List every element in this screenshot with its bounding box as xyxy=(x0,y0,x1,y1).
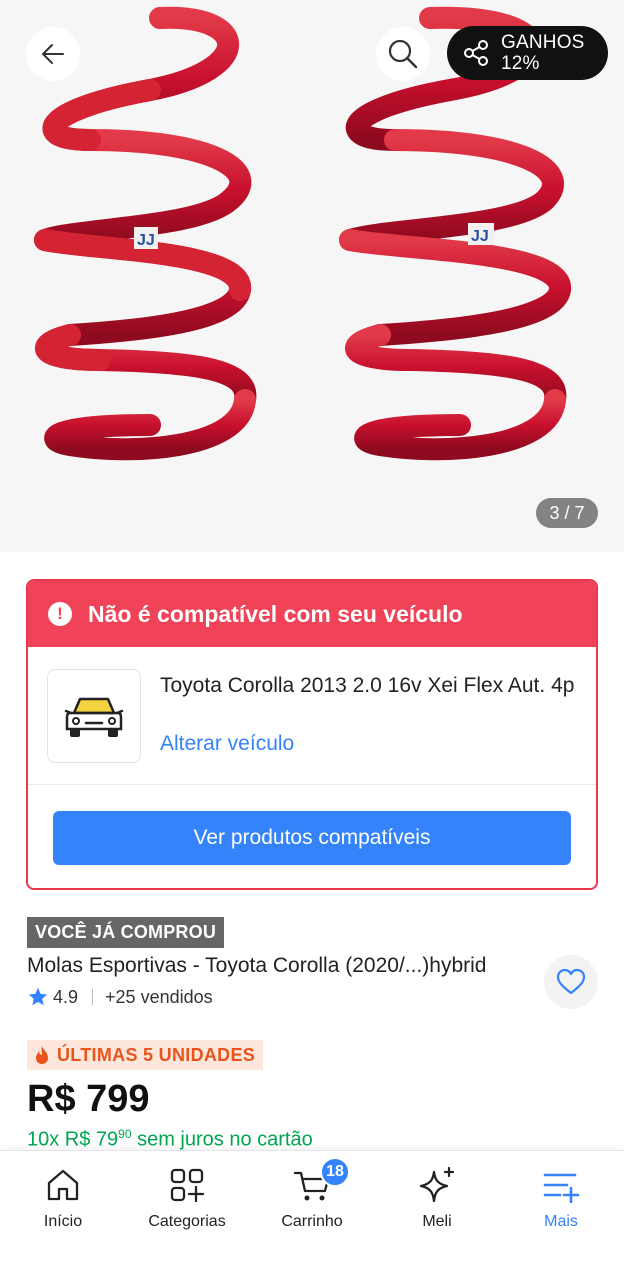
compatibility-header: ! Não é compatível com seu veículo xyxy=(28,581,596,647)
nav-item-carrinho[interactable]: 18 Carrinho xyxy=(257,1157,367,1231)
rating-row[interactable]: 4.9 +25 vendidos xyxy=(27,986,213,1008)
installments[interactable]: 10x R$ 7990 sem juros no cartão xyxy=(27,1127,313,1152)
back-button[interactable] xyxy=(26,27,80,81)
earnings-text: GANHOS 12% xyxy=(501,32,585,74)
search-icon xyxy=(388,39,418,69)
nav-item-mais[interactable]: Mais xyxy=(506,1165,616,1231)
right-spring xyxy=(339,6,571,461)
nav-item-categorias[interactable]: Categorias xyxy=(132,1165,242,1231)
already-bought-badge: VOCÊ JÁ COMPROU xyxy=(27,917,225,948)
installments-terms: sem juros no cartão xyxy=(131,1128,313,1151)
nav-label-categorias: Categorias xyxy=(148,1213,226,1230)
sold-count: +25 vendidos xyxy=(105,986,213,1007)
vehicle-name: Toyota Corolla 2013 2.0 16v Xei Flex Aut… xyxy=(160,674,575,697)
share-icon xyxy=(464,40,488,66)
warning-icon: ! xyxy=(48,602,72,626)
nav-label-carrinho: Carrinho xyxy=(281,1213,343,1230)
change-vehicle-link[interactable]: Alterar veículo xyxy=(160,732,294,756)
nav-item-inicio[interactable]: Início xyxy=(8,1165,118,1231)
svg-text:JJ: JJ xyxy=(471,228,489,245)
menu-plus-icon xyxy=(543,1173,580,1203)
arrow-left-icon xyxy=(42,44,64,64)
star-icon xyxy=(28,987,48,1006)
fire-icon xyxy=(36,1046,48,1064)
earnings-label: GANHOS xyxy=(501,32,585,53)
product-image-gallery[interactable]: JJ JJ GANHOS 12% 3 / 7 xyxy=(0,0,624,552)
product-title: Molas Esportivas - Toyota Corolla (2020/… xyxy=(27,954,487,977)
favorite-button[interactable] xyxy=(544,955,598,1009)
vehicle-thumbnail xyxy=(47,669,141,763)
vehicle-row: Toyota Corolla 2013 2.0 16v Xei Flex Aut… xyxy=(28,647,596,785)
cart-count-badge: 18 xyxy=(320,1157,350,1187)
installments-cents: 90 xyxy=(118,1127,132,1141)
see-compatible-products-button[interactable]: Ver produtos compatíveis xyxy=(53,811,571,865)
rating-separator xyxy=(92,989,94,1005)
nav-label-inicio: Início xyxy=(43,1213,83,1230)
image-counter: 3 / 7 xyxy=(536,498,598,528)
car-icon xyxy=(64,697,124,737)
earnings-value: 12% xyxy=(501,53,540,74)
svg-text:JJ: JJ xyxy=(137,232,155,249)
sparkle-icon xyxy=(419,1166,455,1203)
categories-icon xyxy=(170,1168,205,1203)
installments-amount: 10x R$ 79 xyxy=(27,1128,119,1151)
earnings-share-button[interactable]: GANHOS 12% xyxy=(447,26,608,80)
product-image: JJ JJ xyxy=(34,6,571,461)
last-units-label: ÚLTIMAS 5 UNIDADES xyxy=(57,1044,256,1065)
nav-label-meli: Meli xyxy=(422,1213,452,1230)
nav-item-meli[interactable]: Meli xyxy=(382,1165,492,1231)
last-units-badge: ÚLTIMAS 5 UNIDADES xyxy=(27,1040,264,1070)
nav-label-mais: Mais xyxy=(544,1213,578,1230)
compatibility-card: ! Não é compatível com seu veículo Toyot… xyxy=(26,579,598,890)
heart-icon xyxy=(556,968,586,995)
price: R$ 799 xyxy=(27,1078,150,1120)
search-button[interactable] xyxy=(376,27,430,81)
home-icon xyxy=(47,1169,79,1201)
rating-value: 4.9 xyxy=(53,986,79,1007)
compatibility-title: Não é compatível com seu veículo xyxy=(88,600,463,627)
bottom-navigation: Início Categorias 18 Carrinho Meli Mais xyxy=(0,1150,624,1280)
